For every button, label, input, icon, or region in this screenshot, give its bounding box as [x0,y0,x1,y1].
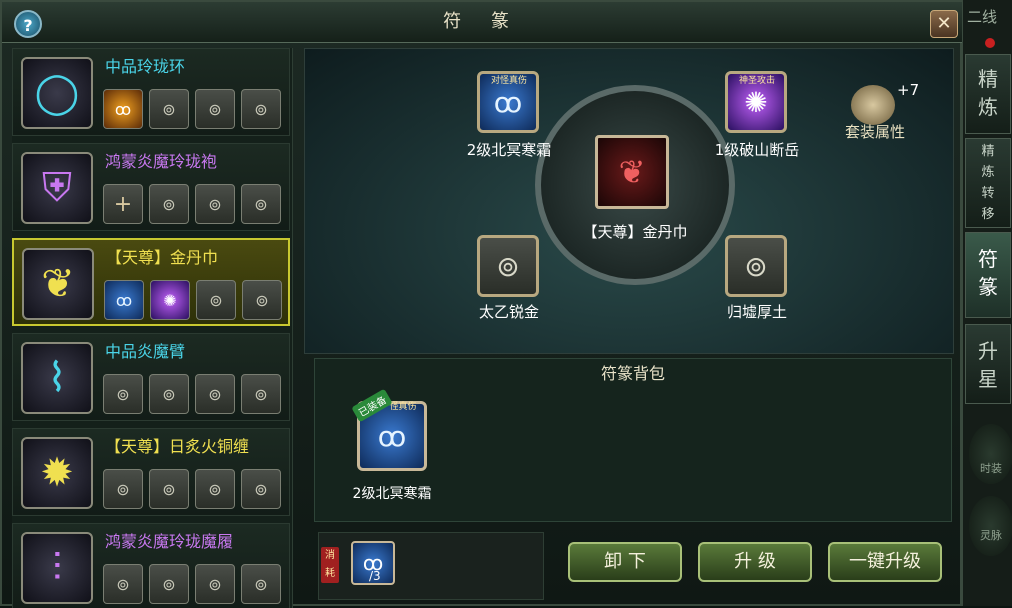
empty-slot-lock-icon[interactable]: ⊚ [103,469,143,509]
tab-refine[interactable]: 精 炼 [965,54,1011,134]
rune-board: ❦ 【天尊】金丹巾 ꝏ 对怪真伤 2级北冥寒霜 ✺ 神圣攻击 1级破山断岳 ⊚ … [304,48,954,354]
armor-icon: ⛨ [21,152,93,224]
window-title: 符 篆 [443,11,521,32]
empty-slot-lock-icon[interactable]: ⊚ [195,89,235,129]
purple-rune-icon: ✺ [744,85,768,119]
tab-star[interactable]: 升 星 [965,324,1011,404]
rune-slots: ⊚ ⊚ ⊚ ⊚ [103,374,281,414]
equipment-item[interactable]: ⛨ 鸿蒙炎魔玲珑袍 + ⊚ ⊚ ⊚ [12,143,290,231]
add-rune-button[interactable]: + [103,184,143,224]
armor-icon [851,85,895,125]
consume-tag: 消耗 [321,547,339,583]
equipment-name: 中品玲珑环 [105,57,186,76]
empty-slot-lock-icon[interactable]: ⊚ [103,374,143,414]
empty-slot-lock-icon[interactable]: ⊚ [149,564,189,604]
empty-slot-lock-icon[interactable]: ⊚ [241,89,281,129]
empty-slot-lock-icon[interactable]: ⊚ [195,469,235,509]
tab-rune[interactable]: 符 篆 [965,232,1011,318]
empty-slot-lock-icon[interactable]: ⊚ [196,280,236,320]
empty-slot-lock-icon[interactable]: ⊚ [242,280,282,320]
empty-slot-lock-icon[interactable]: ⊚ [195,564,235,604]
empty-slot-lock-icon[interactable]: ⊚ [241,564,281,604]
rune-slots: + ⊚ ⊚ ⊚ [103,184,281,224]
empty-slot-lock-icon[interactable]: ⊚ [149,89,189,129]
tab-refine-transfer[interactable]: 精 炼 转 移 [965,138,1011,228]
suit-bonus: +7 [897,81,920,99]
boots-icon: ⫶ [21,532,93,604]
rune-window: ? 符 篆 ✕ ◯ 中品玲珑环 ꝏ ⊚ ⊚ ⊚ ⛨ 鸿蒙炎魔玲珑袍 + ⊚ ⊚ ⊚ ❦ 【天尊】金丹巾 ꝏ ✺… [0,0,964,608]
consume-panel: 消耗 ꝏ /3 [318,532,544,600]
rune-slot-bottom-left[interactable]: ⊚ [477,235,539,297]
empty-slot-lock-icon[interactable]: ⊚ [241,374,281,414]
spirit-vein-button[interactable]: 灵脉 [969,496,1012,556]
bracer-icon: ⌇ [21,342,93,414]
rune-badge-top-right: 神圣攻击 [738,76,775,86]
lock-icon: ⊚ [744,249,768,283]
rune-label-top-right: 1级破山断岳 [714,141,800,159]
rune-slots: ⊚ ⊚ ⊚ ⊚ [103,469,281,509]
center-equipment-label: 【天尊】金丹巾 [582,223,688,241]
equipment-name: 鸿蒙炎魔玲珑魔履 [105,532,234,551]
equipment-name: 【天尊】金丹巾 [106,248,219,267]
bag-header: 符篆背包 [600,364,665,383]
rune-slots: ⊚ ⊚ ⊚ ⊚ [103,564,281,604]
equipment-item[interactable]: ⫶ 鸿蒙炎魔玲珑魔履 ⊚ ⊚ ⊚ ⊚ [12,523,290,608]
server-line: 二线 [967,8,998,26]
consume-count: /3 [369,569,381,583]
equipment-item[interactable]: ❦ 【天尊】金丹巾 ꝏ ✺ ⊚ ⊚ [12,238,290,326]
one-key-upgrade-button[interactable]: 一键升级 [828,542,942,582]
rune-slots: ꝏ ✺ ⊚ ⊚ [104,280,282,320]
center-equipment-icon[interactable]: ❦ [595,135,669,209]
upgrade-button[interactable]: 升 级 [698,542,812,582]
empty-slot-lock-icon[interactable]: ⊚ [149,374,189,414]
blue-rune-icon: ꝏ [377,419,407,453]
belt-icon: ✹ [21,437,93,509]
rune-slot-bottom-right[interactable]: ⊚ [725,235,787,297]
unload-button[interactable]: 卸 下 [568,542,682,582]
empty-slot-lock-icon[interactable]: ⊚ [241,469,281,509]
empty-slot-lock-icon[interactable]: ⊚ [241,184,281,224]
suit-label: 套装属性 [845,123,906,141]
equipment-name: 鸿蒙炎魔玲珑袍 [105,152,218,171]
rune-label-bottom-right: 归墟厚土 [726,303,787,321]
close-button[interactable]: ✕ [930,10,958,38]
right-rail: 二线 精 炼 精 炼 转 移 符 篆 升 星 时装 灵脉 [962,0,1012,606]
blue-rune-icon: ꝏ [493,85,523,119]
fashion-button[interactable]: 时装 [969,424,1012,484]
rune-blue-icon[interactable]: ꝏ [104,280,144,320]
equipment-item[interactable]: ◯ 中品玲珑环 ꝏ ⊚ ⊚ ⊚ [12,48,290,136]
equipment-name: 中品炎魔臂 [105,342,186,361]
rune-bag: 符篆背包 ꝏ 怪真伤 已装备 2级北冥寒霜 [314,358,952,522]
rune-label-bottom-left: 太乙锐金 [478,303,539,321]
empty-slot-lock-icon[interactable]: ⊚ [103,564,143,604]
notification-dot [985,38,995,48]
scarf-icon: ❦ [22,248,94,320]
rune-label-top-left: 2级北冥寒霜 [466,141,552,159]
rune-badge-top-left: 对怪真伤 [490,76,527,86]
ring-icon: ◯ [21,57,93,129]
equipment-item[interactable]: ⌇ 中品炎魔臂 ⊚ ⊚ ⊚ ⊚ [12,333,290,421]
rune-orange-icon[interactable]: ꝏ [103,89,143,129]
rune-slots: ꝏ ⊚ ⊚ ⊚ [103,89,281,129]
lock-icon: ⊚ [496,249,520,283]
rune-purple-icon[interactable]: ✺ [150,280,190,320]
bag-item-label: 2级北冥寒霜 [352,486,432,502]
empty-slot-lock-icon[interactable]: ⊚ [195,374,235,414]
equipment-list: ◯ 中品玲珑环 ꝏ ⊚ ⊚ ⊚ ⛨ 鸿蒙炎魔玲珑袍 + ⊚ ⊚ ⊚ ❦ 【天尊】金丹巾 ꝏ ✺ ⊚ ⊚ ⌇ 中品炎魔臂… [12,48,293,608]
equipment-name: 【天尊】日炙火铜缠 [105,437,250,456]
empty-slot-lock-icon[interactable]: ⊚ [195,184,235,224]
empty-slot-lock-icon[interactable]: ⊚ [149,469,189,509]
empty-slot-lock-icon[interactable]: ⊚ [149,184,189,224]
suit-attributes-button[interactable]: +7 套装属性 [845,77,925,147]
help-button[interactable]: ? [14,10,42,38]
equipment-item[interactable]: ✹ 【天尊】日炙火铜缠 ⊚ ⊚ ⊚ ⊚ [12,428,290,516]
